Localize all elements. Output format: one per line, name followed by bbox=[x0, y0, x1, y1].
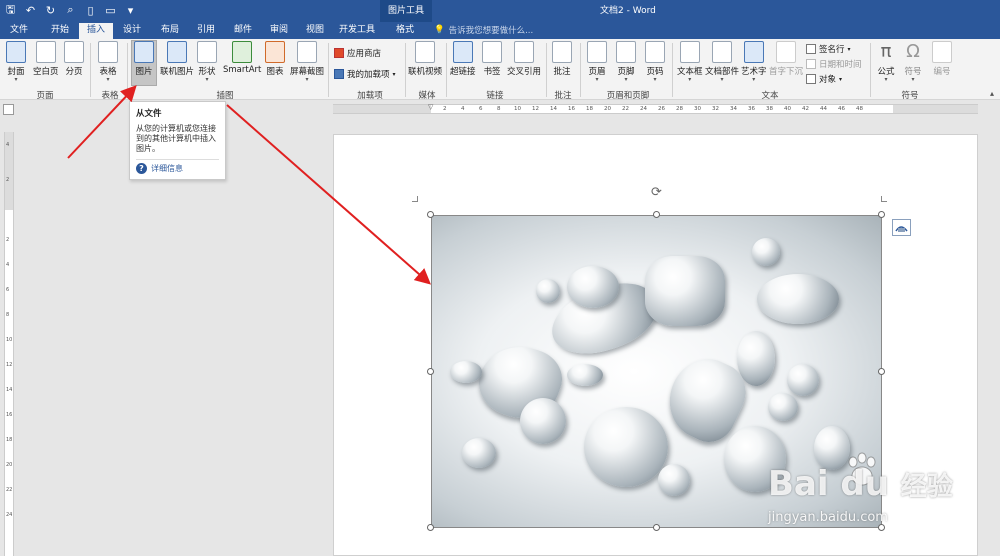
red-arrow-to-picture-button bbox=[67, 85, 137, 159]
watermark-brand: Bai du 经验 bbox=[768, 464, 953, 504]
watermark-brand-text: Bai du bbox=[768, 464, 889, 504]
watermark-url: jingyan.baidu.com bbox=[768, 510, 888, 525]
watermark-brand-cn: 经验 bbox=[900, 472, 953, 502]
red-arrow-to-inserted-picture bbox=[226, 104, 432, 285]
baidu-jingyan-watermark: Bai du 经验 jingyan.baidu.com bbox=[768, 452, 988, 542]
